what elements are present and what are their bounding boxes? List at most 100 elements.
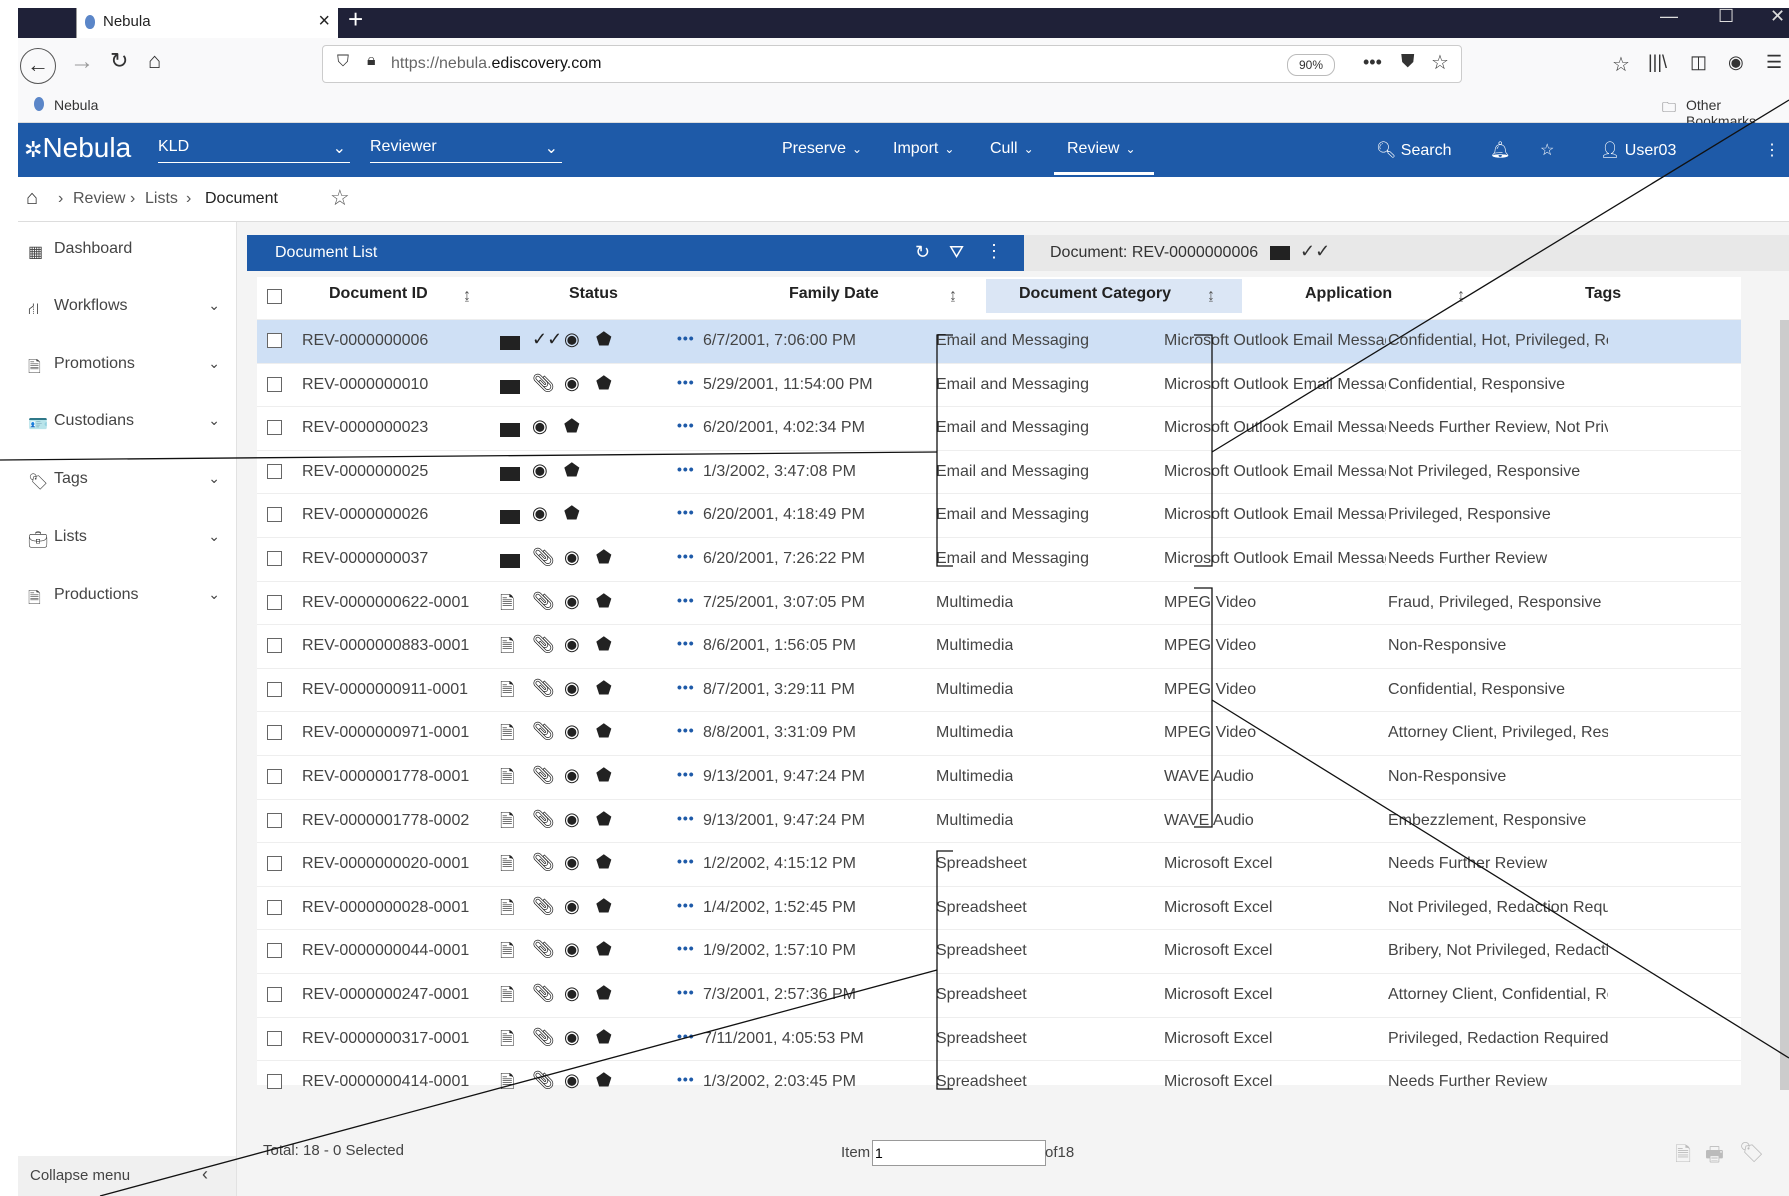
row-actions-icon[interactable]: •••: [677, 766, 695, 782]
menu-icon[interactable]: ☰: [1766, 52, 1782, 73]
breadcrumb-review[interactable]: Review: [73, 190, 125, 208]
more-vert-icon[interactable]: ⋮: [1764, 140, 1780, 160]
row-checkbox[interactable]: [267, 463, 282, 479]
nav-review[interactable]: Review ⌄: [1067, 140, 1136, 158]
library-icon[interactable]: |||\: [1648, 52, 1667, 73]
row-checkbox[interactable]: [267, 376, 282, 392]
table-row[interactable]: REV-0000000044-0001 🗎 📎︎ ◉ ⬟ ••• 1/9/2002, 1:5…: [257, 929, 1741, 973]
table-row[interactable]: REV-0000000028-0001 🗎 📎︎ ◉ ⬟ ••• 1/4/2002, 1:5…: [257, 885, 1741, 930]
row-checkbox[interactable]: [267, 507, 282, 523]
row-checkbox[interactable]: [267, 333, 282, 348]
row-actions-icon[interactable]: •••: [677, 722, 695, 738]
sort-icon[interactable]: ↨: [949, 287, 957, 305]
row-actions-icon[interactable]: •••: [677, 897, 695, 913]
sidebar-item-lists[interactable]: 💼︎ Lists ⌄: [28, 528, 228, 550]
forward-button[interactable]: →: [70, 48, 94, 76]
row-checkbox[interactable]: [267, 638, 282, 654]
sort-icon[interactable]: ↨: [1207, 287, 1215, 305]
more-options-icon[interactable]: ⋮: [985, 241, 1003, 262]
maximize-icon[interactable]: ☐: [1718, 6, 1734, 27]
filter-icon[interactable]: ⛛: [949, 242, 964, 263]
minimize-icon[interactable]: —: [1660, 6, 1678, 27]
sidebar-item-productions[interactable]: 🗎 Productions ⌄: [28, 586, 228, 607]
nav-cull[interactable]: Cull ⌄: [990, 140, 1034, 158]
row-actions-icon[interactable]: •••: [677, 984, 695, 1000]
table-row[interactable]: REV-0000000026 ◉ ⬟ ••• 6/20/2001, 4:18:49 PM…: [257, 493, 1741, 537]
nav-preserve[interactable]: Preserve ⌄: [782, 140, 862, 158]
bell-icon[interactable]: 🔔︎: [1490, 140, 1510, 160]
collapse-menu-button[interactable]: Collapse menu ‹: [18, 1156, 236, 1196]
row-actions-icon[interactable]: •••: [677, 810, 695, 826]
bookmark-nebula[interactable]: Nebula: [54, 97, 98, 113]
zoom-indicator[interactable]: 90%: [1287, 54, 1335, 76]
row-checkbox[interactable]: [267, 943, 282, 959]
account-icon[interactable]: ◉: [1728, 52, 1744, 73]
new-tab-button[interactable]: +: [348, 4, 363, 35]
breadcrumb-lists[interactable]: Lists: [145, 190, 178, 208]
sidebar-toggle-icon[interactable]: ◫: [1690, 52, 1707, 73]
close-tab-icon[interactable]: ×: [318, 10, 330, 33]
chevron-down-icon[interactable]: ⌄: [208, 297, 220, 314]
row-actions-icon[interactable]: •••: [677, 635, 695, 651]
table-row[interactable]: REV-0000000006 ✓✓ ◉ ⬟ ••• 6/7/2001, 7:06:00 P…: [257, 319, 1741, 363]
col-status[interactable]: Status: [569, 285, 618, 303]
bookmark-star-icon[interactable]: ☆: [1431, 50, 1449, 75]
chevron-down-icon[interactable]: ⌄: [208, 412, 220, 429]
row-checkbox[interactable]: [267, 551, 282, 566]
row-actions-icon[interactable]: •••: [677, 592, 695, 608]
row-checkbox[interactable]: [267, 856, 282, 872]
table-row[interactable]: REV-0000000025 ◉ ⬟ ••• 1/3/2002, 3:47:08 PM E…: [257, 449, 1741, 494]
row-checkbox[interactable]: [267, 899, 282, 915]
home-icon[interactable]: ⌂: [26, 187, 38, 210]
search-button[interactable]: 🔍︎ Search: [1376, 140, 1451, 160]
row-actions-icon[interactable]: •••: [677, 679, 695, 695]
export-icon[interactable]: 🗎: [1675, 1140, 1691, 1174]
nav-import[interactable]: Import ⌄: [893, 140, 954, 158]
url-bar[interactable]: ⛉ 🔒︎ https://nebula.ediscovery.com 90% •…: [322, 45, 1462, 83]
user-menu[interactable]: 👤︎ User03: [1600, 140, 1676, 160]
table-row[interactable]: REV-0000000023 ◉ ⬟ ••• 6/20/2001, 4:02:34 PM…: [257, 406, 1741, 450]
row-checkbox[interactable]: [267, 420, 282, 436]
row-actions-icon[interactable]: •••: [677, 504, 695, 520]
chevron-down-icon[interactable]: ⌄: [208, 355, 220, 372]
col-document-category[interactable]: Document Category: [1019, 285, 1171, 303]
sidebar-item-tags[interactable]: 🏷︎ Tags ⌄: [28, 470, 228, 492]
row-actions-icon[interactable]: •••: [677, 1028, 695, 1044]
table-row[interactable]: REV-0000000020-0001 🗎 📎︎ ◉ ⬟ ••• 1/2/2002, 4:1…: [257, 842, 1741, 886]
role-select[interactable]: Reviewer ⌄: [370, 138, 562, 163]
sidebar-item-custodians[interactable]: 🪪 Custodians ⌄: [28, 412, 228, 434]
row-checkbox[interactable]: [267, 987, 282, 1002]
row-checkbox[interactable]: [267, 769, 282, 784]
col-tags[interactable]: Tags: [1585, 285, 1621, 303]
reload-button[interactable]: ↻: [110, 48, 128, 74]
refresh-icon[interactable]: ↻: [915, 242, 930, 263]
chevron-down-icon[interactable]: ⌄: [208, 470, 220, 487]
row-checkbox[interactable]: [267, 1030, 282, 1046]
select-all-checkbox[interactable]: [267, 289, 282, 304]
url-text[interactable]: https://nebula.ediscovery.com: [391, 55, 601, 73]
row-checkbox[interactable]: [267, 812, 282, 828]
sidebar-item-dashboard[interactable]: ▦ Dashboard: [28, 240, 228, 262]
shield-icon[interactable]: ⛉: [337, 53, 349, 71]
row-actions-icon[interactable]: •••: [677, 940, 695, 956]
table-row[interactable]: REV-0000000414-0001 🗎 📎︎ ◉ ⬟ ••• 1/3/2002, 2:0…: [257, 1060, 1741, 1104]
sidebar-item-workflows[interactable]: ⛙ Workflows ⌄: [28, 297, 228, 320]
table-scrollbar[interactable]: [1780, 320, 1789, 1090]
org-select[interactable]: KLD ⌄: [158, 138, 350, 163]
col-family-date[interactable]: Family Date: [789, 285, 879, 303]
row-actions-icon[interactable]: •••: [677, 1071, 695, 1087]
table-row[interactable]: REV-0000000883-0001 🗎 📎︎ ◉ ⬟ ••• 8/6/2001, 1:5…: [257, 624, 1741, 668]
row-actions-icon[interactable]: •••: [677, 853, 695, 869]
sort-icon[interactable]: ↨: [463, 287, 471, 305]
row-actions-icon[interactable]: •••: [677, 417, 695, 433]
close-window-icon[interactable]: ✕: [1770, 6, 1785, 27]
tag-action-icon[interactable]: 🏷︎: [1739, 1140, 1764, 1165]
bookmarks-menu-icon[interactable]: ☆: [1612, 52, 1630, 77]
table-row[interactable]: REV-0000000010 📎︎ ◉ ⬟ ••• 5/29/2001, 11:54:00…: [257, 362, 1741, 407]
table-row[interactable]: REV-0000000317-0001 🗎 📎︎ ◉ ⬟ ••• 7/11/2001, 4:…: [257, 1016, 1741, 1061]
row-actions-icon[interactable]: •••: [677, 461, 695, 477]
row-checkbox[interactable]: [267, 725, 282, 741]
table-row[interactable]: REV-0000000911-0001 🗎 📎︎ ◉ ⬟ ••• 8/7/2001, 3:2…: [257, 667, 1741, 712]
row-checkbox[interactable]: [267, 681, 282, 697]
row-actions-icon[interactable]: •••: [677, 548, 695, 564]
